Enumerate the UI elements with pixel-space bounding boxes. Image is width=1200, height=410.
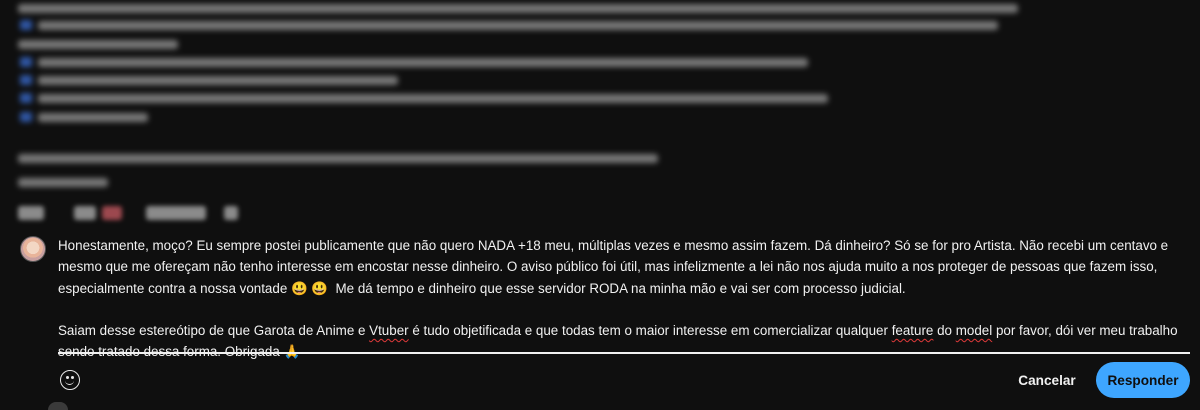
reply-text-segment: do [933,323,956,339]
misspelled-word: model [955,323,993,339]
misspelled-word: Vtuber [369,323,409,339]
blurred-comment-actions [18,202,258,224]
misspelled-word: feature [891,323,934,339]
blurred-parent-comment [18,0,1018,226]
reply-text-segment: Me dá tempo e dinheiro que esse servidor… [328,280,906,296]
smile-icon[interactable] [60,370,80,390]
emoji-text: 😃 😃 [291,280,329,296]
next-comment-avatar [48,402,68,410]
cancel-button[interactable]: Cancelar [1006,362,1088,398]
reply-input[interactable]: Honestamente, moço? Eu sempre postei pub… [58,235,1188,363]
reply-text-segment: Saiam desse estereótipo de que Garota de… [58,323,370,339]
reply-composer: Honestamente, moço? Eu sempre postei pub… [0,226,1200,410]
avatar [20,236,46,262]
reply-button[interactable]: Responder [1096,362,1190,398]
reply-text-segment: é tudo objetificada e que todas tem o ma… [408,323,892,339]
input-focus-underline [58,352,1190,354]
